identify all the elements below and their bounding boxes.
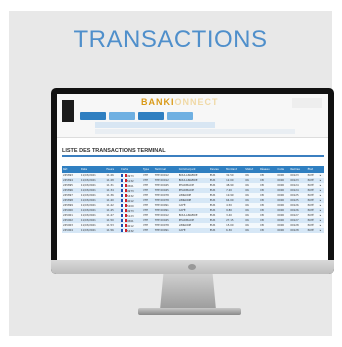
- table-cell: 00128: [289, 228, 307, 233]
- table-cell: PAYÉ: [306, 228, 319, 233]
- screen-empty-area: [57, 234, 328, 260]
- section-title: LISTE DES TRANSACTIONS TERMINAL: [62, 148, 166, 154]
- monitor-stand: [160, 274, 216, 310]
- table-column-header: Type: [141, 166, 154, 173]
- table-column-header: Devise: [208, 166, 226, 173]
- filter-bar-secondary: [95, 129, 295, 134]
- card-number: 4973: [127, 189, 134, 193]
- table-column-header: Réseau: [259, 166, 277, 173]
- app-header: BANKIONNECT: [57, 94, 328, 138]
- table-column-header: Statut: [244, 166, 260, 173]
- app-logo: [62, 100, 74, 122]
- nav-tab: [138, 112, 164, 120]
- table-cell: VTE: [141, 228, 154, 233]
- table-row: 245904 11/03/2021 11:56 5432 VTE TPE 00091 CAF…: [62, 228, 324, 233]
- card-number: 4012: [127, 199, 134, 203]
- card-number: 4012: [127, 224, 134, 228]
- transactions-table: Réf. Date Heure Carte Type Terminal Commerçant…: [62, 166, 324, 233]
- nav-tab: [167, 112, 193, 120]
- monitor-logo-icon: [188, 264, 196, 270]
- table-cell: CB: [259, 228, 277, 233]
- table-header-row: Réf. Date Heure Carte Type Terminal Commerçant…: [62, 166, 324, 173]
- table-column-header: Code: [276, 166, 290, 173]
- table-toolbar: [62, 159, 324, 164]
- brand-left: BANKI: [141, 97, 175, 107]
- table-column-header: Terminal: [153, 166, 178, 173]
- card-number: 4561: [127, 184, 134, 188]
- card-title: TRANSACTIONS: [73, 26, 268, 53]
- nav-tab: [80, 112, 106, 120]
- table-column-header: [318, 166, 324, 173]
- monitor-base: [138, 308, 241, 315]
- table-cell: 5432: [120, 228, 142, 233]
- table-cell: 11/03/2021: [79, 228, 106, 233]
- nav-tab: [109, 112, 135, 120]
- card-number: 5432: [127, 229, 134, 233]
- table-cell: OK: [244, 228, 260, 233]
- card-number: 4561: [127, 219, 134, 223]
- table-cell: 6.30: [225, 228, 245, 233]
- table-cell: ▸: [318, 228, 324, 233]
- table-cell: EUR: [208, 228, 226, 233]
- card-number: 5132: [127, 179, 134, 183]
- monitor-illustration: BANKIONNECT LISTE DES TRANSACTIONS TERMI…: [51, 88, 334, 274]
- card-number: 5123: [127, 214, 134, 218]
- card-number: 4973: [127, 209, 134, 213]
- table-column-header: Carte: [120, 166, 142, 173]
- table-cell: CAFÉ: [177, 228, 209, 233]
- table-column-header: État: [306, 166, 319, 173]
- card-number: 4973: [127, 174, 134, 178]
- table-cell: 245904: [62, 228, 80, 233]
- table-column-header: Heure: [105, 166, 121, 173]
- filter-bar: [95, 122, 215, 128]
- table-column-header: Date: [79, 166, 106, 173]
- table-column-header: Remise: [289, 166, 307, 173]
- table-cell: 0000: [276, 228, 290, 233]
- card-number: 5432: [127, 194, 134, 198]
- user-info-block: [292, 98, 322, 108]
- feature-card[interactable]: TRANSACTIONS BANKIONNECT LISTE DES TRANS…: [9, 11, 334, 336]
- table-column-header: Commerçant: [177, 166, 209, 173]
- app-nav: [80, 112, 193, 120]
- table-cell: TPE 00091: [153, 228, 178, 233]
- app-brand: BANKIONNECT: [141, 97, 219, 107]
- monitor-screen: BANKIONNECT LISTE DES TRANSACTIONS TERMI…: [57, 94, 328, 260]
- card-number: 5200: [127, 204, 134, 208]
- section-divider: [62, 155, 324, 157]
- table-column-header: Réf.: [62, 166, 80, 173]
- table-column-header: Montant: [225, 166, 245, 173]
- brand-right: ONNECT: [174, 97, 219, 107]
- table-cell: 11:56: [105, 228, 121, 233]
